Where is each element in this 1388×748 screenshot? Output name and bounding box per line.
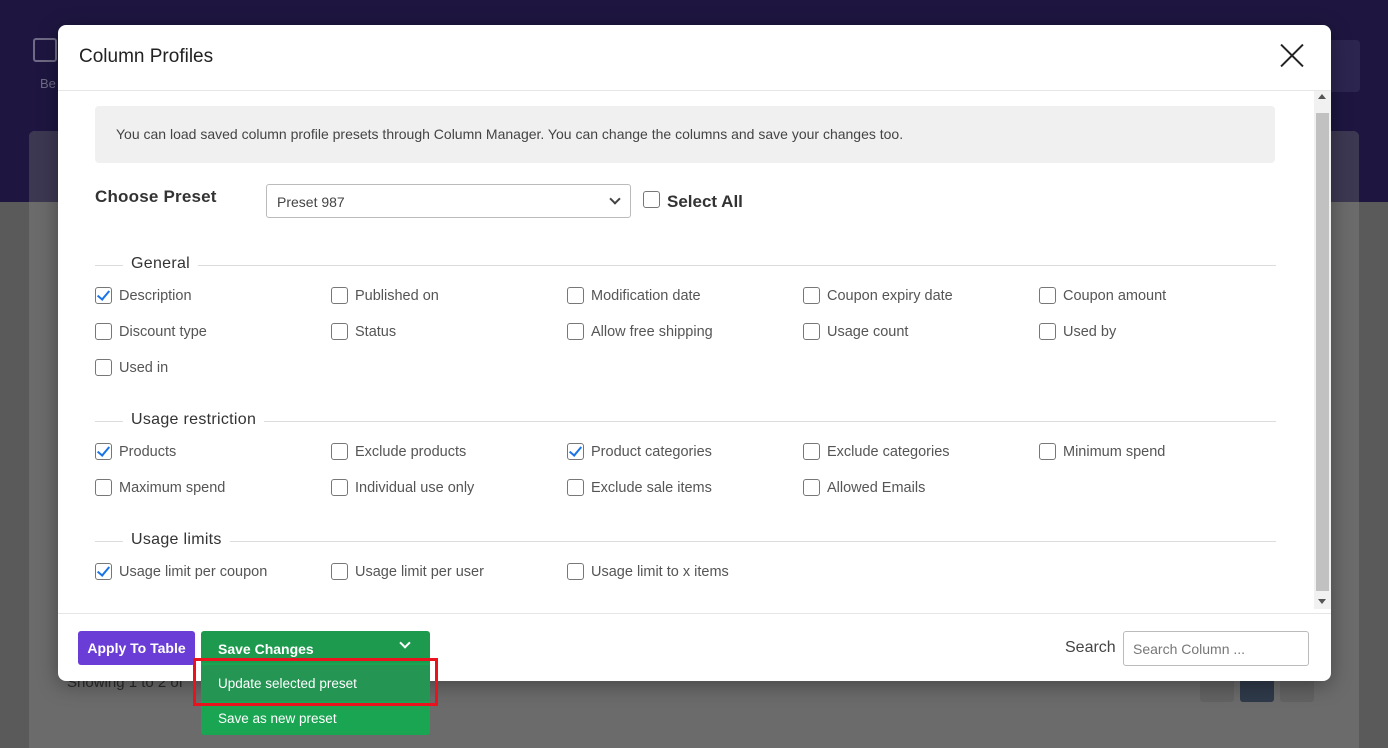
checkbox[interactable]	[95, 359, 112, 376]
checkbox[interactable]	[803, 323, 820, 340]
option-label: Usage limit per coupon	[119, 564, 268, 580]
option-label: Individual use only	[355, 480, 475, 496]
scroll-down-icon[interactable]	[1318, 599, 1326, 604]
option-label: Allowed Emails	[827, 480, 926, 496]
section-divider	[95, 421, 1276, 422]
scroll-up-icon[interactable]	[1318, 94, 1326, 99]
option-label: Used in	[119, 360, 169, 376]
modal-body: You can load saved column profile preset…	[58, 91, 1331, 613]
chevron-down-icon	[609, 193, 621, 205]
column-profiles-modal: Column Profiles You can load saved colum…	[58, 25, 1331, 681]
checkbox[interactable]	[803, 479, 820, 496]
option-label: Coupon expiry date	[827, 288, 953, 304]
search-label: Search	[1065, 639, 1116, 656]
section-divider	[95, 265, 1276, 266]
checkbox[interactable]	[95, 563, 112, 580]
preset-select[interactable]: Preset 987	[266, 184, 631, 218]
section-title-general: General	[123, 255, 199, 273]
checkbox[interactable]	[803, 287, 820, 304]
section-divider	[95, 541, 1276, 542]
option-label: Used by	[1063, 324, 1117, 340]
option-label: Minimum spend	[1063, 444, 1166, 460]
menu-item-label: Save as new preset	[218, 711, 337, 726]
option-label: Modification date	[591, 288, 701, 304]
option-label: Published on	[355, 288, 439, 304]
section-title-usage-limits: Usage limits	[123, 531, 230, 549]
modal-title: Column Profiles	[79, 46, 214, 67]
option-label: Exclude products	[355, 444, 467, 460]
option-label: Usage limit per user	[355, 564, 484, 580]
save-changes-label: Save Changes	[218, 641, 314, 657]
checkbox[interactable]	[567, 479, 584, 496]
option-label: Usage limit to x items	[591, 564, 729, 580]
apply-to-table-button[interactable]: Apply To Table	[78, 631, 195, 665]
select-all-checkbox[interactable]	[643, 191, 660, 208]
option-label: Discount type	[119, 324, 207, 340]
modal-scrollbar[interactable]	[1314, 91, 1331, 609]
checkbox[interactable]	[95, 287, 112, 304]
option-label: Allow free shipping	[591, 324, 713, 340]
checkbox[interactable]	[95, 323, 112, 340]
select-all-label: Select All	[667, 192, 743, 211]
checkbox[interactable]	[331, 479, 348, 496]
option-label: Maximum spend	[119, 480, 226, 496]
scroll-thumb[interactable]	[1316, 113, 1329, 591]
option-label: Products	[119, 444, 177, 460]
checkbox[interactable]	[1039, 443, 1056, 460]
search-column-input[interactable]	[1123, 631, 1309, 666]
app-menu-label: Be	[40, 76, 56, 91]
option-label: Product categories	[591, 444, 712, 460]
preset-select-value: Preset 987	[277, 194, 345, 210]
option-label: Exclude categories	[827, 444, 950, 460]
section-title-usage-restriction: Usage restriction	[123, 411, 265, 429]
app-menu-icon	[33, 38, 57, 62]
checkbox[interactable]	[567, 287, 584, 304]
option-label: Status	[355, 324, 397, 340]
checkbox[interactable]	[331, 563, 348, 580]
checkbox[interactable]	[95, 479, 112, 496]
checkbox[interactable]	[1039, 323, 1056, 340]
checkbox[interactable]	[331, 443, 348, 460]
checkbox[interactable]	[567, 563, 584, 580]
info-box: You can load saved column profile preset…	[95, 106, 1275, 163]
option-label: Description	[119, 288, 192, 304]
choose-preset-label: Choose Preset	[95, 187, 217, 206]
checkbox[interactable]	[803, 443, 820, 460]
chevron-down-icon	[399, 637, 411, 649]
modal-header: Column Profiles	[58, 25, 1331, 91]
checkbox[interactable]	[1039, 287, 1056, 304]
checkbox[interactable]	[567, 443, 584, 460]
option-label: Usage count	[827, 324, 909, 340]
checkbox[interactable]	[331, 323, 348, 340]
highlight-annotation	[193, 658, 438, 706]
option-label: Coupon amount	[1063, 288, 1167, 304]
info-text: You can load saved column profile preset…	[116, 126, 904, 142]
close-icon[interactable]	[1277, 41, 1307, 71]
checkbox[interactable]	[95, 443, 112, 460]
checkbox[interactable]	[331, 287, 348, 304]
checkbox[interactable]	[567, 323, 584, 340]
option-label: Exclude sale items	[591, 480, 712, 496]
